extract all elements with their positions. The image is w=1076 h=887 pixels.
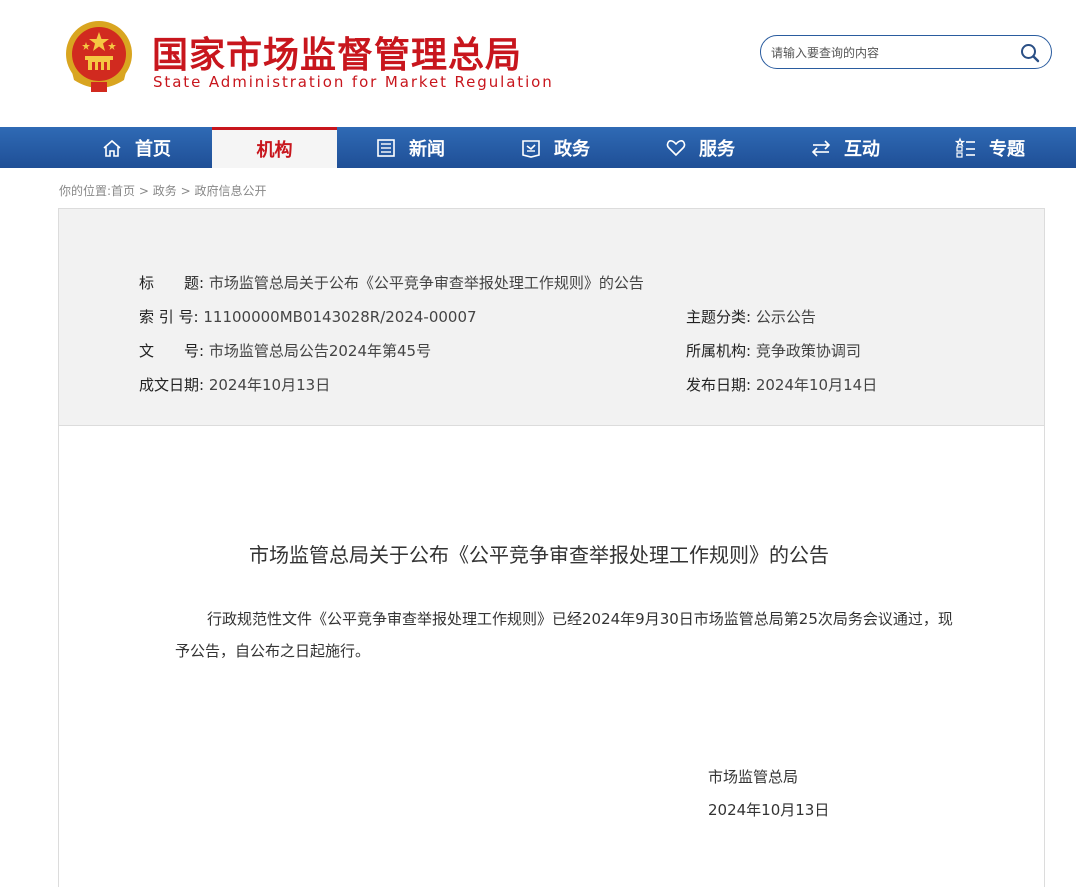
meta-index-value: 11100000MB0143028R/2024-00007 — [203, 308, 477, 326]
breadcrumb-link-government-affairs[interactable]: 政务 — [153, 184, 177, 198]
nav-item-organization[interactable]: 机构 — [212, 127, 337, 168]
topic-icon — [955, 136, 975, 158]
breadcrumb-separator: > — [180, 184, 191, 198]
breadcrumb: 你的位置:首页 > 政务 > 政府信息公开 — [59, 182, 267, 199]
nav-item-label: 政务 — [554, 138, 590, 160]
nav-item-interaction[interactable]: 互动 — [780, 127, 910, 168]
nav-item-label: 新闻 — [409, 138, 445, 160]
nav-item-government-affairs[interactable]: 政务 — [490, 127, 620, 168]
article-title: 市场监管总局关于公布《公平竞争审查举报处理工作规则》的公告 — [249, 543, 829, 567]
meta-row-created: 成文日期: 2024年10月13日 — [139, 374, 330, 395]
meta-label: 发布日期: — [686, 376, 752, 394]
nav-item-topics[interactable]: 专题 — [925, 127, 1055, 168]
document-metadata-panel: 标 题: 市场监管总局关于公布《公平竞争审查举报处理工作规则》的公告 索 引 号… — [59, 209, 1044, 426]
meta-topic-value: 公示公告 — [755, 308, 816, 326]
nav-item-home[interactable]: 首页 — [62, 127, 210, 168]
signature-date: 2024年10月13日 — [708, 801, 830, 819]
government-icon — [522, 139, 540, 158]
content-frame: 标 题: 市场监管总局关于公布《公平竞争审查举报处理工作规则》的公告 索 引 号… — [58, 208, 1045, 887]
meta-label: 标 题: — [139, 274, 205, 292]
meta-org-value: 竞争政策协调司 — [755, 342, 861, 360]
meta-created-value: 2024年10月13日 — [208, 376, 331, 394]
meta-label: 成文日期: — [139, 376, 205, 394]
meta-docno-value: 市场监管总局公告2024年第45号 — [208, 342, 432, 360]
meta-label: 所属机构: — [686, 342, 752, 360]
nav-item-label: 互动 — [844, 138, 880, 160]
home-icon — [103, 139, 121, 157]
nav-item-label: 首页 — [135, 138, 171, 160]
meta-row-org: 所属机构: 竞争政策协调司 — [686, 340, 861, 361]
meta-row-topic: 主题分类: 公示公告 — [686, 306, 816, 327]
breadcrumb-separator: > — [138, 184, 149, 198]
meta-label: 文 号: — [139, 342, 205, 360]
meta-row-index: 索 引 号: 11100000MB0143028R/2024-00007 — [139, 306, 477, 327]
search-icon[interactable] — [1019, 42, 1041, 64]
signature-organization: 市场监管总局 — [708, 768, 799, 786]
site-title-english: State Administration for Market Regulati… — [153, 73, 554, 91]
meta-row-published: 发布日期: 2024年10月14日 — [686, 374, 877, 395]
national-emblem-logo[interactable] — [64, 20, 134, 96]
site-title-chinese: 国家市场监督管理总局 — [152, 35, 523, 76]
search-box — [760, 35, 1052, 69]
main-nav: 首页 机构 新闻 政务 服务 互动 专题 — [0, 127, 1076, 168]
meta-row-title: 标 题: 市场监管总局关于公布《公平竞争审查举报处理工作规则》的公告 — [139, 272, 644, 293]
site-header: 国家市场监督管理总局 State Administration for Mark… — [0, 0, 1076, 127]
meta-published-value: 2024年10月14日 — [755, 376, 878, 394]
meta-title-value: 市场监管总局关于公布《公平竞争审查举报处理工作规则》的公告 — [208, 274, 644, 292]
nav-item-label: 机构 — [256, 140, 293, 161]
breadcrumb-link-home[interactable]: 首页 — [111, 184, 135, 198]
search-input[interactable] — [771, 42, 1011, 64]
nav-item-label: 服务 — [699, 138, 735, 160]
nav-item-news[interactable]: 新闻 — [345, 127, 475, 168]
meta-label: 主题分类: — [686, 308, 752, 326]
breadcrumb-prefix: 你的位置: — [59, 184, 112, 198]
meta-label: 索 引 号: — [139, 308, 199, 326]
heart-icon — [666, 139, 686, 156]
news-icon — [377, 138, 395, 157]
exchange-icon — [811, 139, 831, 157]
breadcrumb-link-info-disclosure[interactable]: 政府信息公开 — [195, 184, 267, 198]
nav-item-label: 专题 — [989, 138, 1025, 160]
nav-item-services[interactable]: 服务 — [635, 127, 765, 168]
article-body: 行政规范性文件《公平竞争审查举报处理工作规则》已经2024年9月30日市场监管总… — [175, 610, 953, 660]
meta-row-docno: 文 号: 市场监管总局公告2024年第45号 — [139, 340, 431, 361]
